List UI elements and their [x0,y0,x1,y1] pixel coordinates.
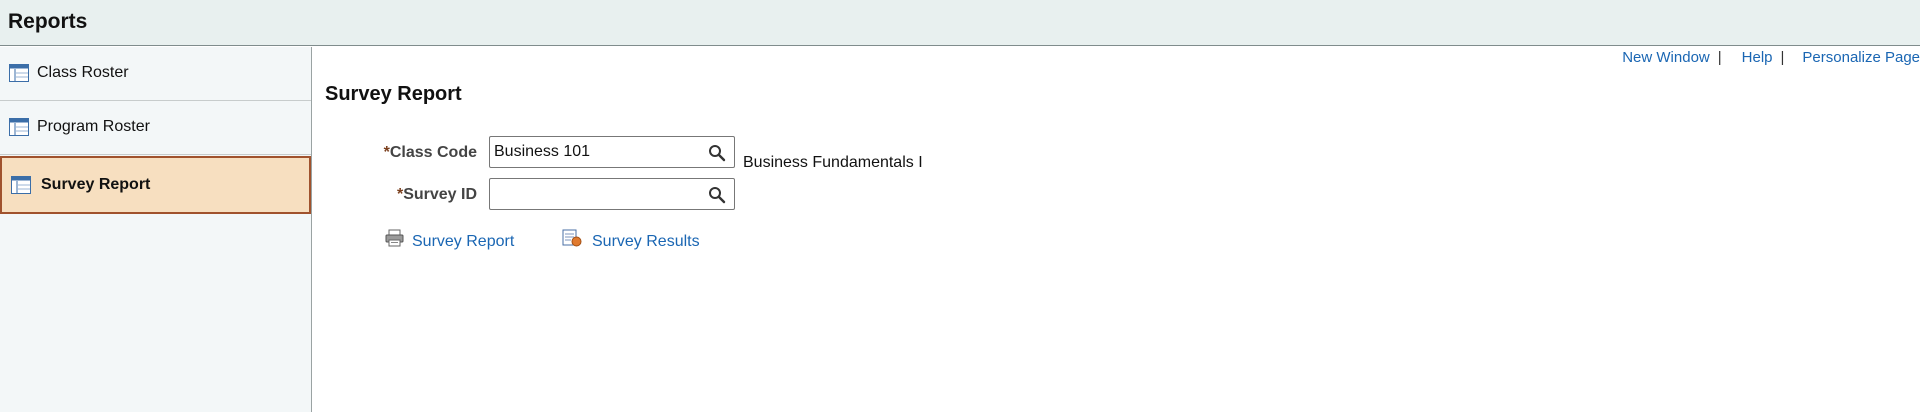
page-utility-links: New Window | Help | Personalize Page [1622,49,1920,66]
report-icon [11,176,31,194]
results-report-icon[interactable] [562,229,582,247]
survey-results-link[interactable]: Survey Results [592,233,700,251]
sidebar-item-program-roster[interactable]: Program Roster [0,101,311,155]
class-code-label-text: Class Code [389,144,477,161]
sidebar-item-label: Class Roster [37,64,129,81]
app-title: Reports [8,10,88,33]
link-separator: | [1717,49,1722,66]
class-code-input[interactable] [494,141,694,163]
sidebar-item-class-roster[interactable]: Class Roster [0,47,311,101]
new-window-link[interactable]: New Window [1622,49,1710,66]
printer-icon[interactable] [385,229,405,247]
survey-id-field [489,178,735,210]
link-separator: | [1780,49,1785,66]
class-code-label: *Class Code [360,144,477,162]
help-link[interactable]: Help [1742,49,1773,66]
sidebar-item-label: Survey Report [41,176,151,193]
survey-id-label-text: Survey ID [403,186,477,203]
page-header: Reports [0,0,1920,46]
survey-report-link[interactable]: Survey Report [412,233,514,251]
survey-id-input[interactable] [494,183,694,205]
class-code-description: Business Fundamentals I [743,154,923,171]
report-icon [9,64,29,82]
report-icon [9,118,29,136]
class-code-field [489,136,735,168]
search-icon[interactable] [708,144,726,162]
sidebar: Class Roster Program Roster Survey Repor… [0,47,312,412]
sidebar-item-label: Program Roster [37,118,150,135]
search-icon[interactable] [708,186,726,204]
personalize-page-link[interactable]: Personalize Page [1802,49,1920,66]
page-title: Survey Report [325,83,462,105]
survey-id-label: *Survey ID [360,186,477,204]
sidebar-item-survey-report[interactable]: Survey Report [0,156,311,214]
app-window: Reports Class Roster Program Roster Surv… [0,0,1920,412]
